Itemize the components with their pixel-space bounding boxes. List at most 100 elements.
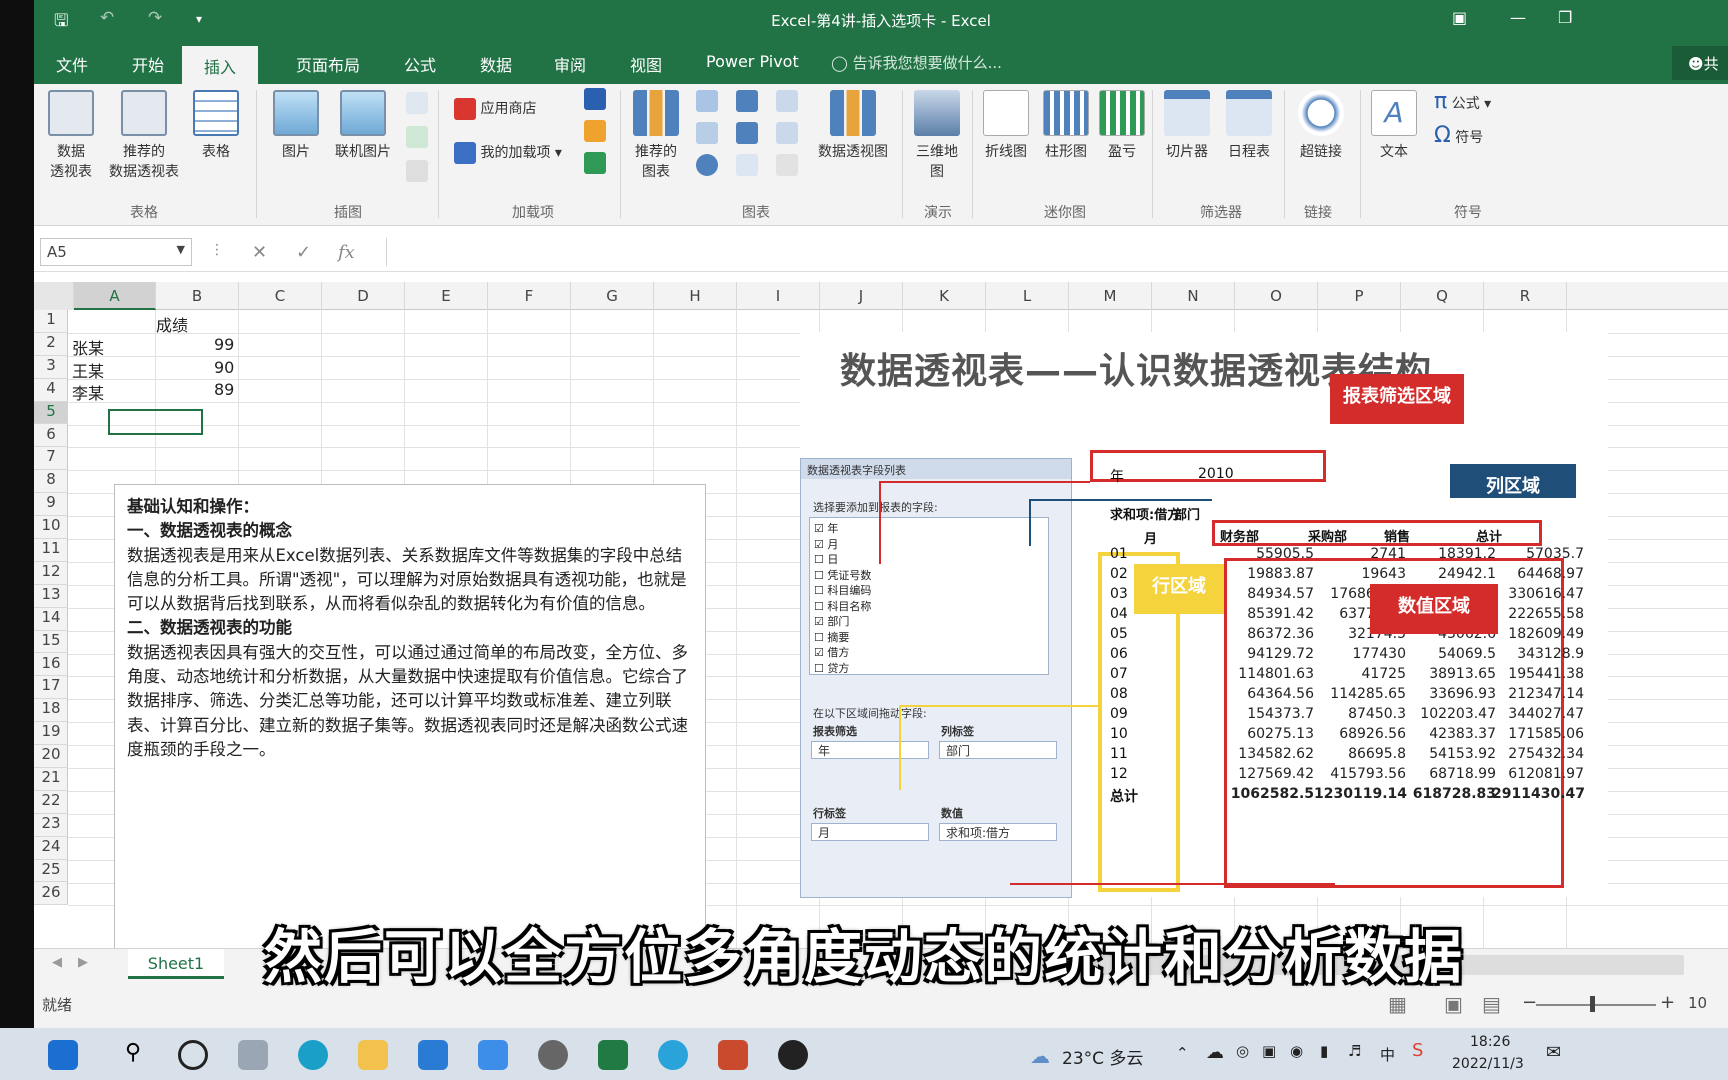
pivotchart-button[interactable]: 数据透视图 — [810, 90, 896, 162]
column-header-l[interactable]: L — [986, 282, 1069, 310]
radar-chart-icon[interactable] — [776, 154, 798, 176]
visio-icon[interactable] — [584, 88, 606, 110]
row-header-13[interactable]: 13 — [34, 585, 68, 608]
row-header-22[interactable]: 22 — [34, 791, 68, 814]
page-layout-view-icon[interactable]: ▣ — [1444, 992, 1463, 1016]
hyperlink-button[interactable]: 超链接 — [1290, 90, 1352, 162]
insert-function-icon[interactable]: fx — [338, 242, 355, 263]
row-header-2[interactable]: 2 — [34, 333, 68, 356]
ribbon-display-icon[interactable]: ▣ — [1452, 8, 1467, 27]
minimize-icon[interactable]: — — [1510, 8, 1526, 27]
powerpoint-icon[interactable] — [718, 1040, 748, 1070]
row-header-26[interactable]: 26 — [34, 883, 68, 906]
recommended-charts-button[interactable]: 推荐的 图表 — [626, 90, 686, 182]
tab-page-layout[interactable]: 页面布局 — [296, 52, 360, 76]
clock-date[interactable]: 2022/11/3 — [1452, 1056, 1524, 1072]
row-header-16[interactable]: 16 — [34, 654, 68, 677]
row-header-20[interactable]: 20 — [34, 745, 68, 768]
my-addins-button[interactable]: 我的加载项 ▾ — [454, 142, 562, 164]
people-graph-icon[interactable] — [584, 152, 606, 174]
column-header-m[interactable]: M — [1069, 282, 1152, 310]
battery-icon[interactable]: ▮ — [1320, 1042, 1328, 1060]
edge-icon[interactable] — [298, 1040, 328, 1070]
bing-icon[interactable] — [584, 120, 606, 142]
column-header-r[interactable]: R — [1484, 282, 1567, 310]
row-header-17[interactable]: 17 — [34, 676, 68, 700]
enter-icon[interactable]: ✓ — [296, 242, 311, 263]
online-pictures-button[interactable]: 联机图片 — [326, 90, 400, 162]
tell-me-search[interactable]: ◯ 告诉我您想要做什么... — [831, 52, 1002, 73]
todo-icon[interactable] — [478, 1040, 508, 1070]
waterfall-chart-icon[interactable] — [776, 90, 798, 112]
search-icon[interactable]: ⚲ — [118, 1040, 148, 1070]
column-header-c[interactable]: C — [239, 282, 322, 310]
restore-icon[interactable]: ❐ — [1558, 8, 1572, 27]
column-header-j[interactable]: J — [820, 282, 903, 310]
mic-icon[interactable]: ◎ — [1236, 1042, 1249, 1060]
smartart-icon[interactable] — [406, 126, 428, 148]
column-header-q[interactable]: Q — [1401, 282, 1484, 310]
recorder-icon[interactable] — [778, 1040, 808, 1070]
network-icon[interactable]: ▣ — [1262, 1042, 1276, 1060]
row-header-3[interactable]: 3 — [34, 356, 68, 379]
file-explorer-icon[interactable] — [358, 1040, 388, 1070]
row-header-4[interactable]: 4 — [34, 379, 68, 402]
page-break-view-icon[interactable]: ▤ — [1482, 992, 1501, 1016]
line-chart-icon[interactable] — [696, 122, 718, 144]
row-header-9[interactable]: 9 — [34, 493, 68, 517]
sparkline-line-button[interactable]: 折线图 — [978, 90, 1034, 162]
cell-b3[interactable]: 90 — [214, 358, 234, 377]
zoom-slider[interactable] — [1536, 1004, 1656, 1006]
column-header-p[interactable]: P — [1318, 282, 1401, 310]
row-header-24[interactable]: 24 — [34, 837, 68, 860]
column-header-b[interactable]: B — [156, 282, 239, 310]
sparkline-winloss-button[interactable]: 盈亏 — [1096, 90, 1148, 162]
cell-b2[interactable]: 99 — [214, 335, 234, 354]
zoom-in-icon[interactable]: + — [1660, 992, 1675, 1013]
slicer-button[interactable]: 切片器 — [1158, 90, 1216, 162]
timeline-button[interactable]: 日程表 — [1220, 90, 1278, 162]
pictures-button[interactable]: 图片 — [268, 90, 324, 162]
settings-icon[interactable] — [538, 1040, 568, 1070]
combo-chart-icon[interactable] — [776, 122, 798, 144]
tab-review[interactable]: 审阅 — [554, 52, 586, 76]
hierarchy-chart-icon[interactable] — [736, 90, 758, 112]
tab-home[interactable]: 开始 — [132, 52, 164, 76]
recommended-pivottables-button[interactable]: 推荐的 数据透视表 — [102, 90, 186, 182]
column-header-f[interactable]: F — [488, 282, 571, 310]
tab-file[interactable]: 文件 — [56, 52, 88, 76]
column-header-e[interactable]: E — [405, 282, 488, 310]
row-header-19[interactable]: 19 — [34, 722, 68, 746]
share-button[interactable]: ☻共 — [1672, 46, 1728, 80]
zoom-out-icon[interactable]: − — [1522, 992, 1537, 1013]
row-header-8[interactable]: 8 — [34, 470, 68, 494]
row-header-11[interactable]: 11 — [34, 539, 68, 562]
input-method-icon[interactable]: S — [1412, 1040, 1423, 1061]
clock-time[interactable]: 18:26 — [1470, 1034, 1510, 1050]
sparkline-column-button[interactable]: 柱形图 — [1038, 90, 1094, 162]
pie-chart-icon[interactable] — [696, 154, 718, 176]
tab-insert[interactable]: 插入 — [182, 46, 259, 84]
active-cell-a5[interactable] — [108, 409, 203, 435]
cell-a4[interactable]: 李某 — [72, 380, 104, 404]
tab-power-pivot[interactable]: Power Pivot — [706, 52, 799, 71]
table-button[interactable]: 表格 — [188, 90, 244, 162]
excel-taskbar-icon[interactable] — [598, 1040, 628, 1070]
text-button[interactable]: A 文本 — [1366, 90, 1422, 162]
task-view-icon[interactable] — [238, 1040, 268, 1070]
tab-formulas[interactable]: 公式 — [404, 52, 436, 76]
store-button[interactable]: 应用商店 — [454, 98, 536, 120]
tray-chevron-icon[interactable]: ⌃ — [1176, 1044, 1189, 1062]
row-header-1[interactable]: 1 — [34, 310, 68, 333]
row-header-5[interactable]: 5 — [34, 401, 68, 425]
row-header-21[interactable]: 21 — [34, 768, 68, 791]
row-header-10[interactable]: 10 — [34, 516, 68, 539]
mail-icon[interactable] — [418, 1040, 448, 1070]
row-header-18[interactable]: 18 — [34, 699, 68, 723]
name-box[interactable]: A5 ▼ — [40, 238, 192, 266]
screenshot-icon[interactable] — [406, 160, 428, 182]
tab-data[interactable]: 数据 — [480, 52, 512, 76]
normal-view-icon[interactable]: ▦ — [1388, 992, 1407, 1016]
column-header-g[interactable]: G — [571, 282, 654, 310]
notification-icon[interactable]: ✉ — [1546, 1042, 1561, 1063]
